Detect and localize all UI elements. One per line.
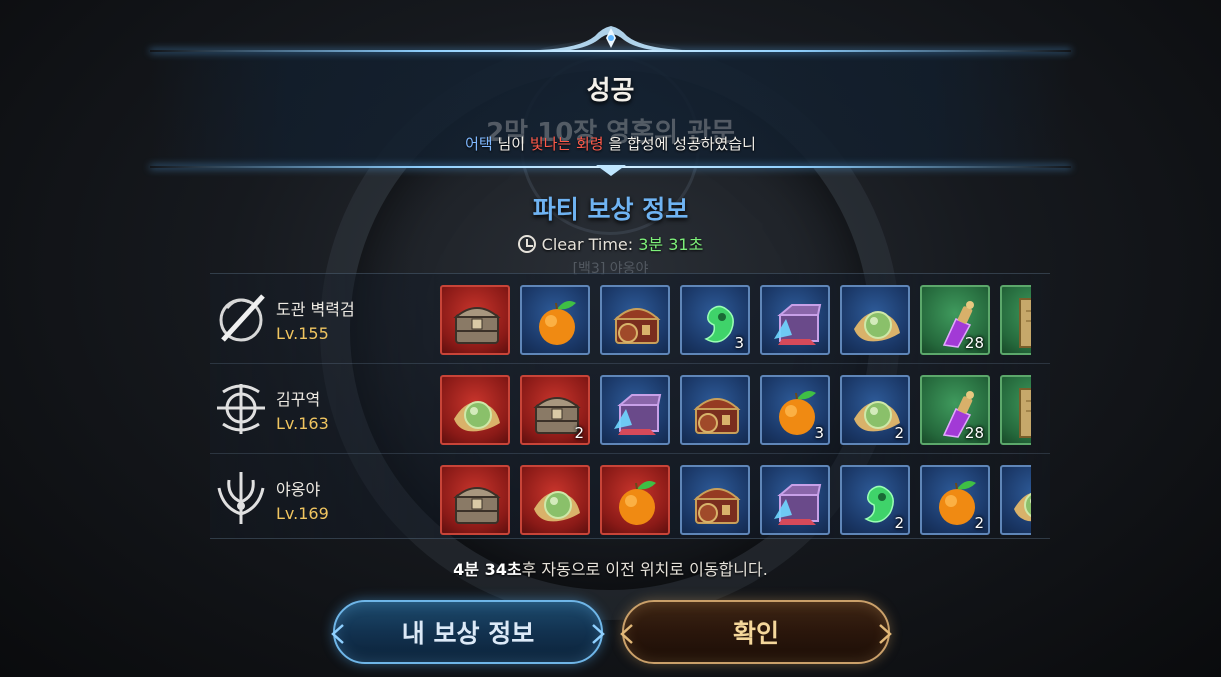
- green-pearl-icon: [854, 311, 900, 342]
- reward-item-slot[interactable]: [1000, 375, 1031, 445]
- member-name: 도관 벽력검: [276, 300, 355, 319]
- my-reward-label: 내 보상 정보: [401, 619, 535, 648]
- reward-item-slot[interactable]: [440, 285, 510, 355]
- reward-item-slot[interactable]: [600, 375, 670, 445]
- green-pearl-icon: [1014, 492, 1031, 522]
- reward-item-slot[interactable]: [520, 465, 590, 535]
- reward-item-slot[interactable]: 28: [920, 285, 990, 355]
- reward-item-slot[interactable]: [760, 285, 830, 355]
- ornate-chest-icon: [613, 308, 661, 344]
- orange-fruit-icon: [619, 481, 656, 525]
- reward-item-slot[interactable]: 28: [920, 375, 990, 445]
- party-reward-table: 도관 벽력검 Lv.155 3 28 김꾸역 Lv.163 2 3 2 28 야옹야 Lv.169 2 2: [210, 273, 1050, 539]
- system-notice: 어택 님이 빛나는 회령 을 합성에 성공하였습니: [0, 133, 1221, 154]
- member-level: Lv.163: [276, 414, 329, 433]
- reward-item-slot[interactable]: 3: [680, 285, 750, 355]
- reward-item-slot[interactable]: [1000, 465, 1031, 535]
- reward-item-slot[interactable]: 2: [920, 465, 990, 535]
- crystal-box-icon: [774, 304, 822, 345]
- member-level: Lv.155: [276, 324, 329, 343]
- crystal-box-icon: [774, 484, 822, 525]
- treasure-chest-icon: [453, 307, 501, 344]
- item-count: 28: [964, 334, 984, 352]
- notice-item: 빛나는 회령: [529, 135, 604, 153]
- party-member-row: 도관 벽력검 Lv.155 3 28: [210, 274, 1050, 364]
- reward-item-slot[interactable]: [760, 465, 830, 535]
- clear-time-label: Clear Time:: [541, 235, 639, 254]
- party-reward-title: 파티 보상 정보: [532, 195, 689, 224]
- chevron-right-icon: [879, 624, 892, 644]
- clock-icon: [517, 235, 536, 253]
- auto-return-timer: 4분 34초후 자동으로 이전 위치로 이동합니다.: [0, 556, 1221, 580]
- confirm-label: 확인: [732, 619, 779, 648]
- reward-item-slot[interactable]: [600, 285, 670, 355]
- confirm-button[interactable]: 확인: [620, 600, 892, 664]
- timer-text: 후 자동으로 이전 위치로 이동합니다.: [521, 560, 768, 579]
- reward-item-slot[interactable]: [680, 465, 750, 535]
- reward-item-slot[interactable]: 2: [840, 465, 910, 535]
- chevron-left-icon: [620, 624, 633, 644]
- party-member-row: 야옹야 Lv.169 2 2: [210, 454, 1050, 544]
- member-name: 김꾸역: [276, 390, 321, 409]
- my-reward-button[interactable]: 내 보상 정보: [331, 600, 605, 664]
- reward-item-slot[interactable]: [840, 285, 910, 355]
- dragon-sword-icon: [219, 294, 265, 342]
- reward-item-slot[interactable]: [680, 375, 750, 445]
- ornate-chest-icon: [693, 398, 741, 434]
- item-count: 3: [734, 334, 744, 352]
- reward-item-list: 22: [440, 465, 1031, 535]
- notice-player: 어택: [465, 135, 493, 153]
- notice-pre: 님이: [492, 135, 530, 153]
- member-level: Lv.169: [276, 504, 329, 523]
- clear-time: Clear Time: 3분 31초: [0, 231, 1221, 255]
- item-count: 2: [894, 514, 904, 532]
- timer-value: 4분 34초: [453, 560, 522, 579]
- reward-item-slot[interactable]: 2: [520, 375, 590, 445]
- reward-item-list: 2 3 2 28: [440, 375, 1031, 445]
- green-pearl-icon: [534, 491, 580, 522]
- reward-item-list: 3 28: [440, 285, 1031, 355]
- reward-item-slot[interactable]: 3: [760, 375, 830, 445]
- reward-item-slot[interactable]: [440, 465, 510, 535]
- orange-fruit-icon: [539, 301, 576, 345]
- reward-item-slot[interactable]: 2: [840, 375, 910, 445]
- ornate-chest-icon: [693, 488, 741, 524]
- scroll-icon: [1019, 388, 1031, 438]
- bow-emblem-icon: [217, 384, 265, 434]
- item-count: 2: [574, 424, 584, 442]
- reward-item-slot[interactable]: [520, 285, 590, 355]
- member-name: 야옹야: [276, 480, 321, 499]
- item-count: 28: [964, 424, 984, 442]
- reward-item-slot[interactable]: [1000, 285, 1031, 355]
- reward-item-slot[interactable]: [440, 375, 510, 445]
- party-member-row: 김꾸역 Lv.163 2 3 2 28: [210, 364, 1050, 454]
- green-pearl-icon: [454, 401, 500, 432]
- reward-item-slot[interactable]: [600, 465, 670, 535]
- crystal-box-icon: [614, 394, 662, 435]
- treasure-chest-icon: [453, 487, 501, 524]
- result-title: 성공: [586, 76, 635, 106]
- banner-bottom-ornament-icon: [596, 165, 626, 176]
- trident-emblem-icon: [217, 472, 265, 524]
- notice-post: 을 합성에 성공하였습니: [603, 135, 756, 153]
- item-count: 2: [894, 424, 904, 442]
- chevron-left-icon: [331, 624, 344, 644]
- scroll-icon: [1019, 298, 1031, 348]
- item-count: 3: [814, 424, 824, 442]
- clear-time-value: 3분 31초: [638, 235, 704, 254]
- chevron-right-icon: [592, 624, 605, 644]
- item-count: 2: [974, 514, 984, 532]
- crest-ornament-icon: [540, 26, 682, 52]
